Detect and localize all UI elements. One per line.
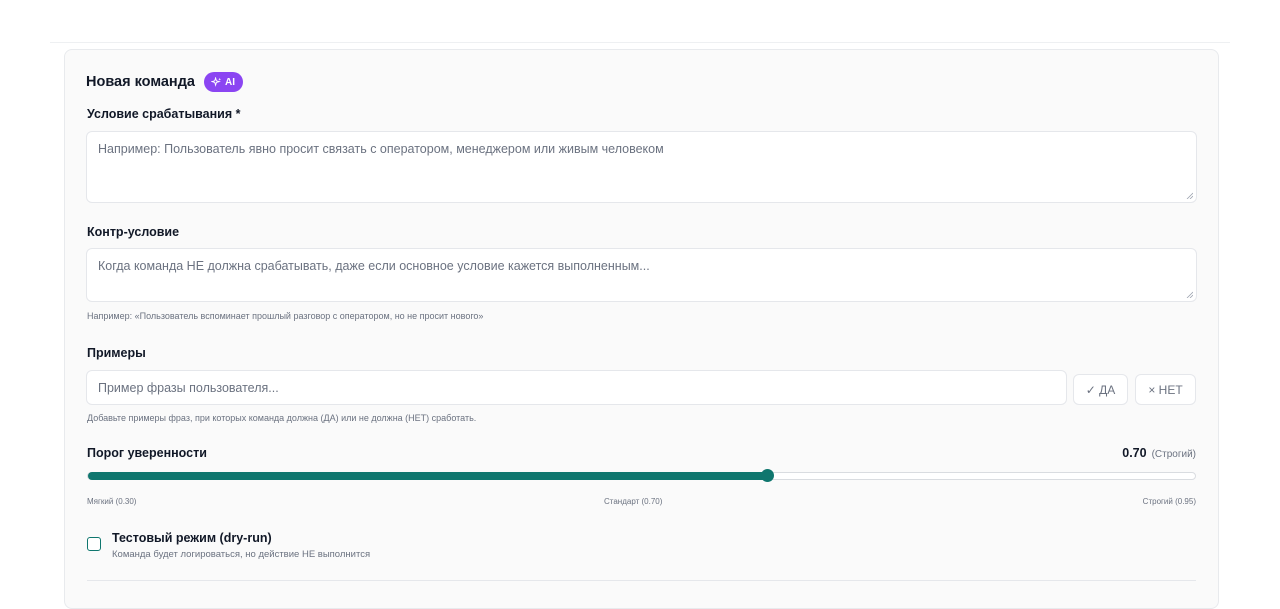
- counter-condition-placeholder: Когда команда НЕ должна срабатывать, даж…: [98, 259, 650, 273]
- trigger-condition-textarea[interactable]: Например: Пользователь явно просит связа…: [86, 131, 1197, 203]
- scale-max-label: Строгий (0.95): [1142, 497, 1196, 506]
- add-no-example-button[interactable]: × НЕТ: [1135, 374, 1196, 405]
- bottom-divider: [87, 580, 1196, 581]
- ai-badge[interactable]: AI: [203, 72, 243, 92]
- top-divider: [50, 42, 1230, 43]
- threshold-value: 0.70: [1122, 446, 1147, 460]
- examples-hint: Добавьте примеры фраз, при которых коман…: [87, 413, 477, 423]
- threshold-mode: (Строгий): [1151, 449, 1196, 460]
- add-yes-example-button[interactable]: ✓ ДА: [1073, 374, 1128, 405]
- card-header: Новая команда AI: [86, 71, 243, 93]
- sparkles-icon: [210, 76, 222, 87]
- counter-condition-hint: Например: «Пользователь вспоминает прошл…: [87, 311, 484, 321]
- counter-condition-textarea[interactable]: Когда команда НЕ должна срабатывать, даж…: [86, 248, 1197, 302]
- card-title: Новая команда: [86, 74, 195, 90]
- trigger-condition-label: Условие срабатывания *: [87, 107, 241, 121]
- examples-label: Примеры: [87, 346, 146, 360]
- threshold-readout: 0.70 (Строгий): [1122, 446, 1196, 460]
- scale-mid-label: Стандарт (0.70): [604, 497, 663, 506]
- example-phrase-input[interactable]: Пример фразы пользователя...: [86, 370, 1067, 405]
- threshold-slider[interactable]: [87, 469, 1196, 482]
- dry-run-label: Тестовый режим (dry-run): [112, 531, 272, 545]
- dry-run-description: Команда будет логироваться, но действие …: [112, 549, 371, 560]
- confidence-threshold-label: Порог уверенности: [87, 446, 207, 460]
- example-phrase-placeholder: Пример фразы пользователя...: [98, 380, 279, 395]
- threshold-slider-thumb[interactable]: [761, 469, 774, 482]
- ai-badge-label: AI: [224, 76, 235, 88]
- scale-min-label: Мягкий (0.30): [87, 497, 137, 506]
- dry-run-checkbox[interactable]: [87, 537, 101, 551]
- resize-grip-icon[interactable]: [1186, 291, 1193, 298]
- counter-condition-label: Контр-условие: [87, 225, 180, 239]
- trigger-condition-placeholder: Например: Пользователь явно просит связа…: [98, 142, 664, 156]
- threshold-slider-fill: [88, 472, 767, 480]
- resize-grip-icon[interactable]: [1186, 192, 1193, 199]
